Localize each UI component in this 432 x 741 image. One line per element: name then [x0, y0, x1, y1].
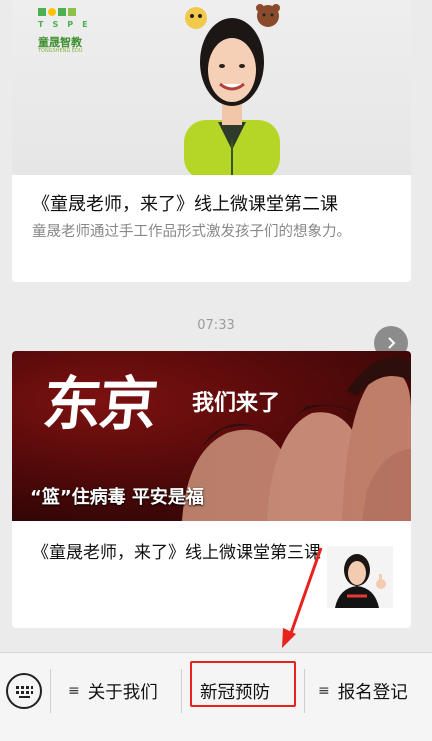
teacher-portrait — [184, 4, 280, 175]
article-cover-image: 东京 我们来了 “篮”住病毒 平安是福 — [12, 351, 411, 521]
article-description: 童晟老师通过手工作品形式激发孩子们的想象力。 — [32, 224, 351, 240]
menu-divider — [181, 669, 182, 713]
annotation-highlight-box — [190, 661, 296, 707]
menu-divider — [304, 669, 305, 713]
article-card-lesson-2[interactable]: TSPE 童晟智教 TONGSHENG EDU 《童晟老师，来了》线上微课堂第二… — [12, 0, 411, 282]
menu-divider — [50, 669, 51, 713]
poster-subheadline: 我们来了 — [192, 390, 281, 416]
article-title[interactable]: 《童晟老师，来了》线上微课堂第三课 — [32, 539, 322, 568]
menu-item-label: 关于我们 — [87, 682, 158, 703]
chevron-right-icon — [388, 337, 396, 349]
teacher-thumbnail-portrait — [327, 546, 393, 608]
hamburger-icon: ≡ — [318, 683, 330, 699]
menu-item-about-us[interactable]: ≡ 关于我们 — [68, 675, 158, 707]
article-thumbnail — [327, 546, 393, 608]
article-title[interactable]: 《童晟老师，来了》线上微课堂第二课 — [32, 190, 338, 216]
message-timestamp: 07:33 — [197, 318, 235, 333]
menu-item-registration[interactable]: ≡ 报名登记 — [318, 675, 408, 707]
hamburger-icon: ≡ — [68, 683, 80, 699]
menu-item-label: 报名登记 — [337, 682, 408, 703]
poster-headline: 东京 — [39, 370, 160, 438]
poster-caption: “篮”住病毒 平安是福 — [30, 487, 204, 508]
brand-logo: TSPE 童晟智教 TONGSHENG EDU — [38, 8, 108, 54]
article-card-lesson-3[interactable]: 东京 我们来了 “篮”住病毒 平安是福 《童晟老师，来了》线上微课堂第三课 — [12, 351, 411, 628]
article-cover-image: TSPE 童晟智教 TONGSHENG EDU — [12, 0, 411, 175]
keyboard-icon — [16, 686, 33, 698]
keyboard-toggle-button[interactable] — [6, 673, 42, 709]
